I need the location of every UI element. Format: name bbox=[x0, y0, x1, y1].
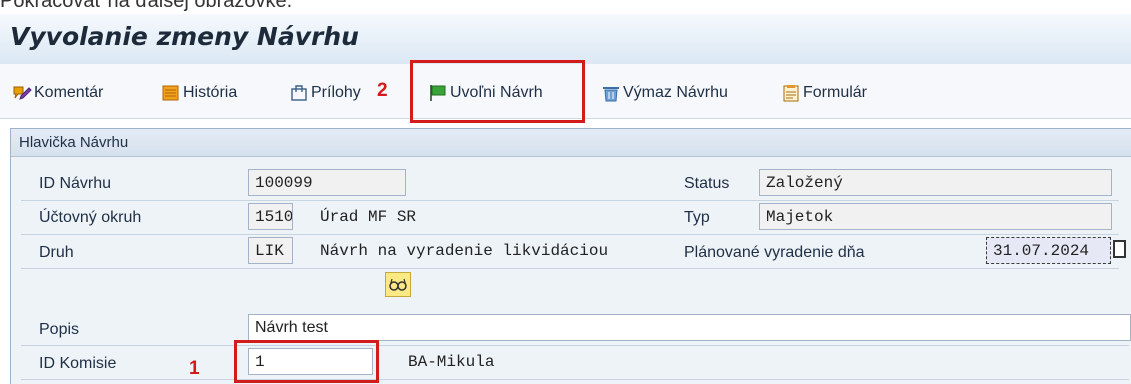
calendar-icon[interactable] bbox=[1113, 240, 1126, 258]
display-details-button[interactable] bbox=[385, 272, 411, 297]
delete-label: Výmaz Návrhu bbox=[623, 84, 728, 101]
status-field[interactable]: Založený bbox=[759, 169, 1112, 196]
comment-icon bbox=[12, 84, 32, 102]
druh-text: Návrh na vyradenie likvidáciou bbox=[320, 242, 609, 260]
panel-title: Hlavička Návrhu bbox=[19, 134, 129, 151]
marker-1: 1 bbox=[189, 358, 200, 379]
header-panel: Hlavička Návrhu ID Návrhu 100099 Status … bbox=[10, 128, 1131, 384]
history-label: História bbox=[183, 84, 238, 101]
druh-label: Druh bbox=[39, 244, 74, 261]
popis-field[interactable]: Návrh test bbox=[248, 314, 1131, 341]
marker-2: 2 bbox=[377, 80, 388, 101]
typ-field[interactable]: Majetok bbox=[759, 203, 1112, 230]
popis-label: Popis bbox=[39, 321, 80, 338]
datum-field[interactable]: 31.07.2024 bbox=[986, 237, 1111, 264]
id-label: ID Návrhu bbox=[39, 175, 112, 192]
okruh-text: Úrad MF SR bbox=[320, 208, 417, 226]
history-button[interactable]: História bbox=[161, 82, 237, 104]
status-label: Status bbox=[684, 175, 730, 192]
comment-label: Komentár bbox=[34, 84, 104, 101]
comment-button[interactable]: Komentár bbox=[12, 82, 103, 104]
okruh-field[interactable]: 1510 bbox=[248, 203, 293, 230]
druh-field[interactable]: LIK bbox=[248, 237, 293, 264]
attachment-icon bbox=[289, 84, 309, 102]
id-field[interactable]: 100099 bbox=[248, 169, 406, 196]
page-title: Vyvolanie zmeny Návrhu bbox=[10, 22, 359, 51]
form-button[interactable]: Formulár bbox=[781, 82, 867, 104]
title-bar: Vyvolanie zmeny Návrhu bbox=[0, 14, 1131, 65]
komisia-highlight-box bbox=[234, 340, 379, 383]
panel-header: Hlavička Návrhu bbox=[11, 129, 1131, 157]
okruh-label: Účtovný okruh bbox=[39, 209, 142, 226]
typ-label: Typ bbox=[684, 209, 710, 226]
form-icon bbox=[781, 84, 801, 102]
release-highlight-box bbox=[410, 60, 585, 123]
trash-icon bbox=[601, 84, 621, 102]
cutoff-caption: Pokračovať na ďalšej obrazovke. bbox=[0, 0, 293, 12]
form-label: Formulár bbox=[803, 84, 868, 101]
glasses-icon bbox=[389, 278, 407, 291]
datum-label: Plánované vyradenie dňa bbox=[684, 244, 865, 261]
row-komisia bbox=[21, 345, 1129, 380]
attachments-label: Prílohy bbox=[311, 84, 361, 101]
komisia-text: BA-Mikula bbox=[408, 353, 495, 371]
history-icon bbox=[161, 84, 181, 102]
komisia-label: ID Komisie bbox=[39, 355, 117, 372]
delete-button[interactable]: Výmaz Návrhu bbox=[601, 82, 728, 104]
attachments-button[interactable]: Prílohy bbox=[289, 82, 361, 104]
